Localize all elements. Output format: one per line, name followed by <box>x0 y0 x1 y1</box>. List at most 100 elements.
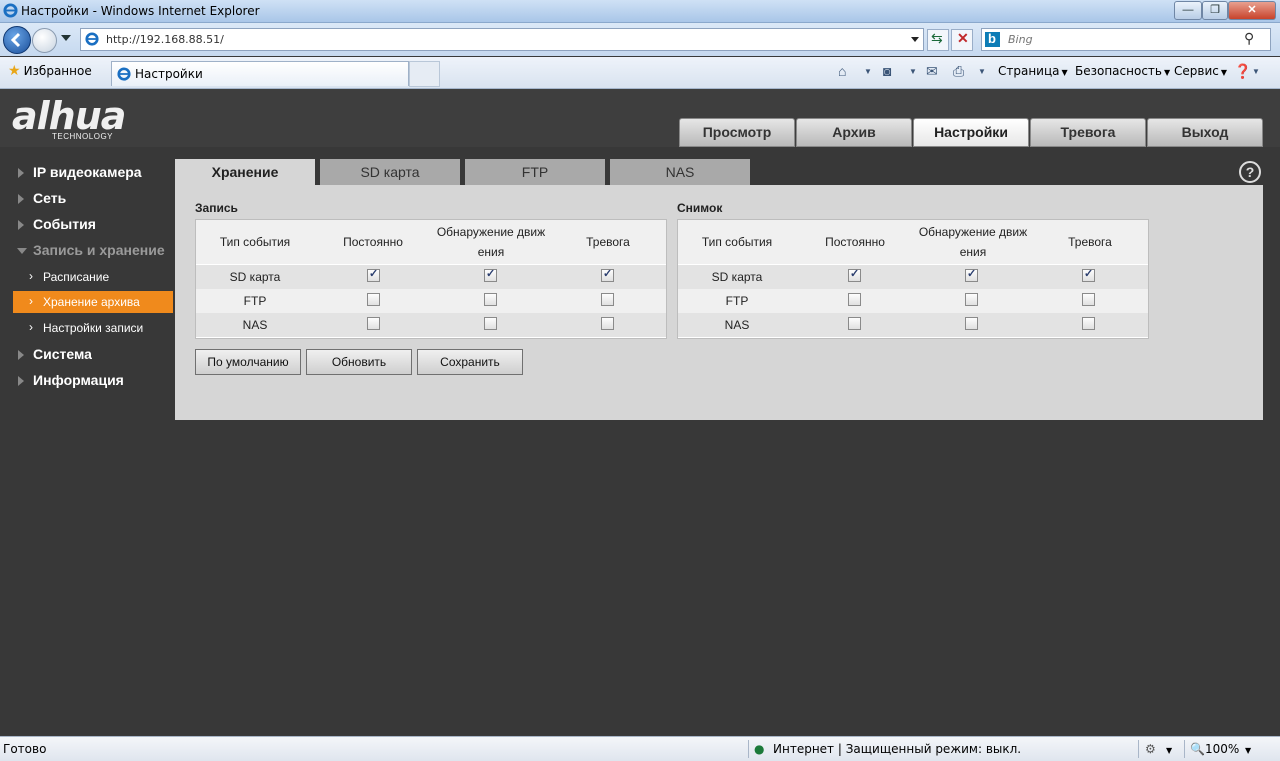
new-tab-button[interactable] <box>409 61 440 87</box>
sidebar-subitem-archive-storage[interactable]: › Хранение архива <box>13 291 173 313</box>
expand-arrow-icon <box>18 220 24 230</box>
stop-icon: ✕ <box>957 30 969 46</box>
snapshot-section-title: Снимок <box>677 201 723 215</box>
sidebar-subitem-label: Хранение архива <box>43 295 140 309</box>
tab-title: Настройки <box>135 67 203 81</box>
stop-button[interactable]: ✕ <box>951 29 973 51</box>
alarm-checkbox[interactable] <box>601 293 614 306</box>
nav-tab-alarm[interactable]: Тревога <box>1030 118 1146 147</box>
sidebar-item-system[interactable]: Система <box>0 344 174 366</box>
safety-menu-label: Безопасность <box>1075 64 1162 78</box>
search-icon[interactable]: ⚲ <box>1244 30 1254 47</box>
tab-nas[interactable]: NAS <box>610 159 750 185</box>
divider <box>1138 740 1139 758</box>
alarm-checkbox[interactable] <box>1082 317 1095 330</box>
tools-menu-label: Сервис <box>1174 64 1219 78</box>
rss-dropdown-icon[interactable]: ▼ <box>909 67 917 76</box>
continuous-checkbox[interactable] <box>848 293 861 306</box>
continuous-checkbox[interactable] <box>367 317 380 330</box>
sidebar-item-label: Информация <box>33 372 124 388</box>
back-button[interactable] <box>3 26 31 54</box>
table-header: Тип события Постоянно Обнаружение движ е… <box>196 220 666 264</box>
continuous-checkbox[interactable] <box>367 293 380 306</box>
sidebar-subitem-schedule[interactable]: › Расписание <box>13 266 173 288</box>
chevron-right-icon: › <box>29 320 33 334</box>
nav-tab-logout[interactable]: Выход <box>1147 118 1263 147</box>
sidebar-item-camera[interactable]: IP видеокамера <box>0 162 174 184</box>
dahua-logo: alhua TECHNOLOGY <box>12 97 126 141</box>
protected-mode-icon[interactable]: ⚙ <box>1145 742 1156 756</box>
home-dropdown-icon[interactable]: ▼ <box>864 67 872 76</box>
mail-icon[interactable]: ✉ <box>926 63 938 80</box>
zoom-level[interactable]: 100% <box>1205 742 1239 756</box>
motion-checkbox[interactable] <box>484 317 497 330</box>
safety-menu[interactable]: Безопасность ▼ <box>1075 64 1170 78</box>
sidebar-item-events[interactable]: События <box>0 214 174 236</box>
dahua-web-app: alhua TECHNOLOGY Просмотр Архив Настройк… <box>0 89 1280 735</box>
globe-icon: ● <box>754 742 765 756</box>
sidebar-item-info[interactable]: Информация <box>0 370 174 392</box>
refresh-icon: ⇆ <box>931 30 943 46</box>
tab-sd-card[interactable]: SD карта <box>320 159 460 185</box>
forward-button[interactable] <box>32 28 57 53</box>
alarm-checkbox[interactable] <box>1082 293 1095 306</box>
event-type-cell: NAS <box>242 318 268 332</box>
nav-tab-live[interactable]: Просмотр <box>679 118 795 147</box>
motion-checkbox[interactable] <box>965 293 978 306</box>
maximize-button[interactable]: ❐ <box>1202 1 1228 20</box>
star-icon: ★ <box>8 63 21 79</box>
tools-menu[interactable]: Сервис ▼ <box>1174 64 1227 78</box>
page-icon <box>117 67 131 81</box>
help-icon[interactable]: ? <box>1239 161 1261 183</box>
sidebar-subitem-record-settings[interactable]: › Настройки записи <box>13 317 173 339</box>
print-icon[interactable]: ⎙ <box>953 63 964 80</box>
refresh-button[interactable]: Обновить <box>306 349 412 375</box>
tab-ftp[interactable]: FTP <box>465 159 605 185</box>
favorites-button[interactable]: ★ Избранное <box>8 63 92 79</box>
motion-checkbox[interactable] <box>484 293 497 306</box>
record-section-title: Запись <box>195 201 238 215</box>
column-header: Постоянно <box>825 235 885 249</box>
nav-tab-playback[interactable]: Архив <box>796 118 912 147</box>
ie-logo-icon <box>3 3 18 18</box>
browser-tab[interactable]: Настройки <box>111 61 409 86</box>
table-row: NAS <box>196 313 666 337</box>
zoom-dropdown-icon[interactable]: ▼ <box>1245 746 1251 755</box>
motion-checkbox[interactable] <box>965 267 978 282</box>
sidebar-item-storage[interactable]: Запись и хранение <box>0 240 174 262</box>
table-header: Тип события Постоянно Обнаружение движ е… <box>678 220 1148 264</box>
alarm-checkbox[interactable] <box>1082 267 1095 282</box>
motion-checkbox[interactable] <box>965 317 978 330</box>
home-icon[interactable]: ⌂ <box>838 63 846 79</box>
rss-icon[interactable]: ◙ <box>883 63 891 79</box>
page-menu[interactable]: Страница ▼ <box>998 64 1068 78</box>
sidebar-item-label: Сеть <box>33 190 67 206</box>
history-dropdown-icon[interactable] <box>61 35 71 41</box>
search-input[interactable] <box>1006 31 1240 48</box>
nav-tab-setup[interactable]: Настройки <box>913 118 1029 147</box>
minimize-button[interactable]: — <box>1174 1 1202 20</box>
tab-storage[interactable]: Хранение <box>175 159 315 185</box>
save-button[interactable]: Сохранить <box>417 349 523 375</box>
default-button[interactable]: По умолчанию <box>195 349 301 375</box>
address-field[interactable]: http://192.168.88.51/ <box>80 28 924 51</box>
sidebar-item-label: Запись и хранение <box>33 242 165 258</box>
back-arrow-icon <box>10 32 21 48</box>
motion-checkbox[interactable] <box>484 267 497 282</box>
continuous-checkbox[interactable] <box>367 267 380 282</box>
sidebar-item-network[interactable]: Сеть <box>0 188 174 210</box>
continuous-checkbox[interactable] <box>848 317 861 330</box>
address-dropdown-icon[interactable] <box>911 37 919 42</box>
column-header: Тревога <box>1068 235 1112 249</box>
status-bar: Готово ● Интернет | Защищенный режим: вы… <box>0 736 1280 761</box>
protected-mode-dropdown-icon[interactable]: ▼ <box>1166 746 1172 755</box>
help-icon[interactable]: ❓ <box>1234 63 1251 80</box>
print-dropdown-icon[interactable]: ▼ <box>978 67 986 76</box>
help-dropdown-icon[interactable]: ▼ <box>1252 67 1260 76</box>
alarm-checkbox[interactable] <box>601 317 614 330</box>
zoom-icon[interactable]: 🔍 <box>1190 742 1205 756</box>
alarm-checkbox[interactable] <box>601 267 614 282</box>
continuous-checkbox[interactable] <box>848 267 861 282</box>
refresh-button[interactable]: ⇆ <box>927 29 949 51</box>
close-button[interactable]: ✕ <box>1228 1 1276 20</box>
